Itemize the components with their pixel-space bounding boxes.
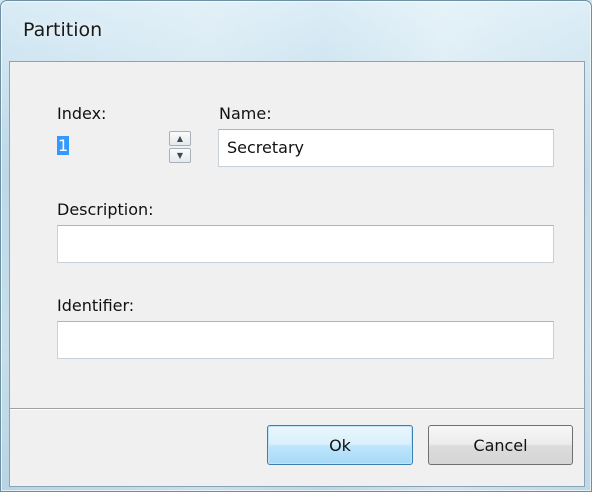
- spin-up-button[interactable]: ▲: [169, 131, 191, 146]
- name-label: Name:: [219, 104, 272, 123]
- spin-down-button[interactable]: ▼: [169, 148, 191, 163]
- spin-up-arrow-icon: ▲: [176, 134, 184, 143]
- index-value[interactable]: 1: [57, 136, 70, 155]
- dialog-client-area: Index: 1 ▲ ▼ Name: Secretary Description…: [9, 61, 585, 487]
- description-input[interactable]: [57, 225, 554, 263]
- button-separator: [10, 408, 584, 410]
- identifier-label: Identifier:: [57, 296, 135, 315]
- index-spinbox[interactable]: 1 ▲ ▼: [57, 128, 208, 168]
- description-label: Description:: [57, 200, 154, 219]
- index-value-wrap[interactable]: 1: [57, 134, 70, 158]
- name-input[interactable]: Secretary: [218, 129, 554, 167]
- spin-buttons: ▲ ▼: [169, 131, 191, 163]
- index-label: Index:: [57, 104, 107, 123]
- cancel-button[interactable]: Cancel: [428, 425, 573, 465]
- identifier-input[interactable]: [57, 321, 554, 359]
- ok-button[interactable]: Ok: [267, 425, 413, 465]
- spin-down-arrow-icon: ▼: [176, 151, 184, 160]
- dialog-window: Partition Index: 1 ▲ ▼ Name: Secretary D…: [0, 0, 592, 492]
- window-title: Partition: [23, 19, 103, 41]
